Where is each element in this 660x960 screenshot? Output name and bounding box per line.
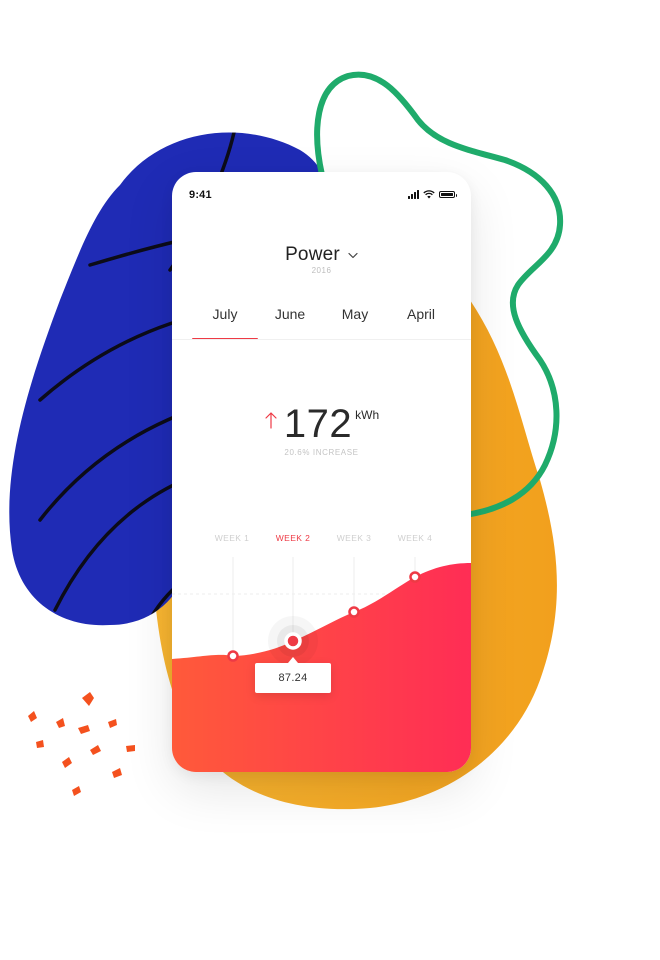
value-tooltip: 87.24 — [255, 657, 331, 693]
tab-april[interactable]: April — [388, 306, 454, 322]
chart-point-week-3 — [348, 606, 360, 618]
chart-point-week-4 — [409, 571, 421, 583]
week-1[interactable]: WEEK 1 — [202, 533, 262, 543]
metric-summary: 172 kWh 20.6% INCREASE — [172, 400, 471, 457]
metric-subtitle: 20.6% INCREASE — [284, 448, 359, 457]
week-selector: WEEK 1 WEEK 2 WEEK 3 WEEK 4 — [202, 533, 442, 547]
title-dropdown[interactable]: Power — [285, 244, 358, 266]
chevron-down-icon[interactable] — [348, 252, 358, 259]
week-3[interactable]: WEEK 3 — [324, 533, 384, 543]
phone-screen: 9:41 Power 2016 July June May April 172 … — [172, 172, 471, 772]
status-icons — [408, 190, 457, 199]
wifi-icon — [423, 190, 435, 199]
page-title: Power — [285, 244, 340, 265]
battery-icon — [439, 191, 457, 198]
year-label: 2016 — [311, 266, 332, 275]
tab-july[interactable]: July — [192, 306, 258, 322]
month-tabs: July June May April — [192, 306, 452, 340]
tabs-divider — [172, 339, 471, 340]
header: Power 2016 — [172, 244, 471, 275]
tab-may[interactable]: May — [322, 306, 388, 322]
week-2[interactable]: WEEK 2 — [263, 533, 323, 543]
status-bar: 9:41 — [172, 172, 471, 216]
metric-value: 172 — [283, 402, 353, 446]
up-arrow-icon — [265, 412, 277, 429]
tab-june[interactable]: June — [257, 306, 323, 322]
chart-point-week-1 — [227, 650, 239, 662]
metric-unit: kWh — [355, 408, 380, 422]
week-4[interactable]: WEEK 4 — [385, 533, 445, 543]
chart-point-week-2 — [284, 632, 302, 650]
status-time: 9:41 — [189, 189, 212, 201]
signal-icon — [408, 190, 419, 199]
confetti — [28, 692, 135, 796]
